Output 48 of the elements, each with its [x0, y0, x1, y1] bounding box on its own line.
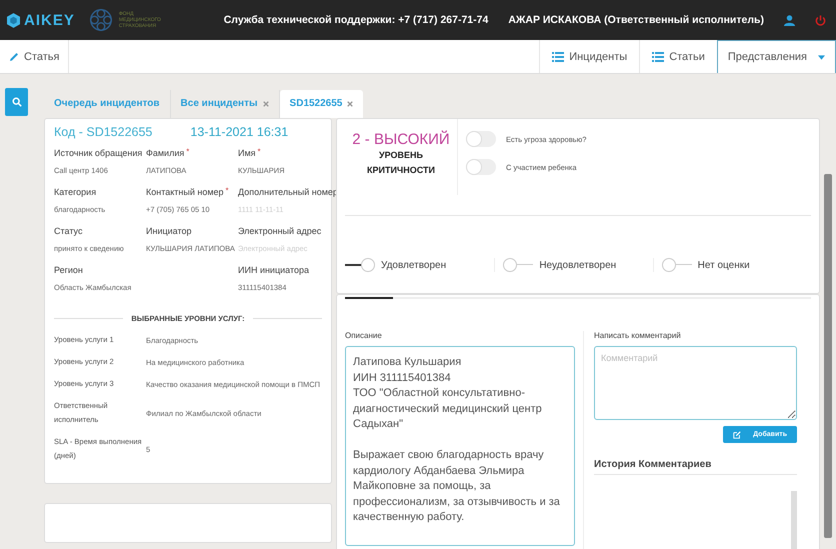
support-phone: Служба технической поддержки: +7 (717) 267-71-74 [224, 14, 488, 26]
required-mark: * [226, 187, 229, 195]
criticality-level: 2 - ВЫСОКИЙ [352, 131, 450, 148]
list-icon [552, 52, 564, 62]
comment-field[interactable]: Комментарий [594, 346, 797, 420]
search-icon [12, 97, 22, 107]
field-label: Описание [345, 331, 383, 340]
field-label: Имя [238, 148, 256, 158]
logo-text: AIKEY [24, 12, 75, 28]
field-label: Электронный адрес [238, 226, 322, 236]
close-icon[interactable] [347, 101, 354, 107]
description-field[interactable]: Латипова Кульшария ИИН 311115401384 ТОО "Областной консультативно- диагностический медицинский центр Садыхан" Выражает свою благодарность врачу кардиологу Абданбаева Эльмира Майкоповне за помощь, за профессионализм, за отзывчивость и за качественную работу. [345, 346, 575, 546]
close-icon[interactable] [262, 101, 269, 107]
scrollbar[interactable] [791, 491, 797, 549]
rating-label: Удовлетворен [381, 260, 446, 270]
history-title: История Комментариев [594, 459, 797, 475]
user-name: АЖАР ИСКАКОВА (Ответственный исполнитель) [508, 14, 764, 26]
field-label: Написать комментарий [594, 331, 682, 340]
rating-label: Неудовлетворен [539, 260, 616, 270]
views-dropdown[interactable]: Представления [716, 40, 836, 73]
rating-radio[interactable] [662, 258, 692, 272]
toggle-switch[interactable] [466, 159, 496, 175]
required-mark: * [258, 148, 261, 156]
rating-radio[interactable] [503, 258, 534, 272]
user-icon[interactable] [784, 14, 795, 26]
incident-code: Код - SD1522655 [54, 125, 152, 139]
field-label: Регион [54, 265, 83, 275]
rating-radio[interactable] [345, 258, 375, 272]
list-icon [652, 52, 664, 62]
logo-icon [7, 12, 20, 28]
pencil-icon [9, 52, 19, 62]
field-label: Фамилия [146, 148, 184, 158]
toggle-switch[interactable] [466, 131, 496, 147]
field-label: Категория [54, 187, 96, 197]
criticality-caption: УРОВЕНЬ КРИТИЧНОСТИ [366, 149, 436, 177]
caret-icon [818, 54, 825, 60]
field-label: Статус [54, 226, 82, 236]
scrollbar[interactable] [824, 174, 832, 538]
incident-date: 13-11-2021 16:31 [190, 125, 288, 139]
search-button[interactable] [5, 88, 28, 116]
field-label: Источник обращения [54, 148, 142, 158]
rating-label: Нет оценки [698, 260, 750, 270]
required-mark: * [186, 148, 190, 156]
power-icon[interactable] [815, 14, 826, 26]
field-label: Инициатор [146, 226, 192, 236]
field-label: Контактный номер [146, 187, 224, 197]
field-label: ИИН инициатора [238, 265, 309, 275]
edit-icon [733, 430, 742, 438]
